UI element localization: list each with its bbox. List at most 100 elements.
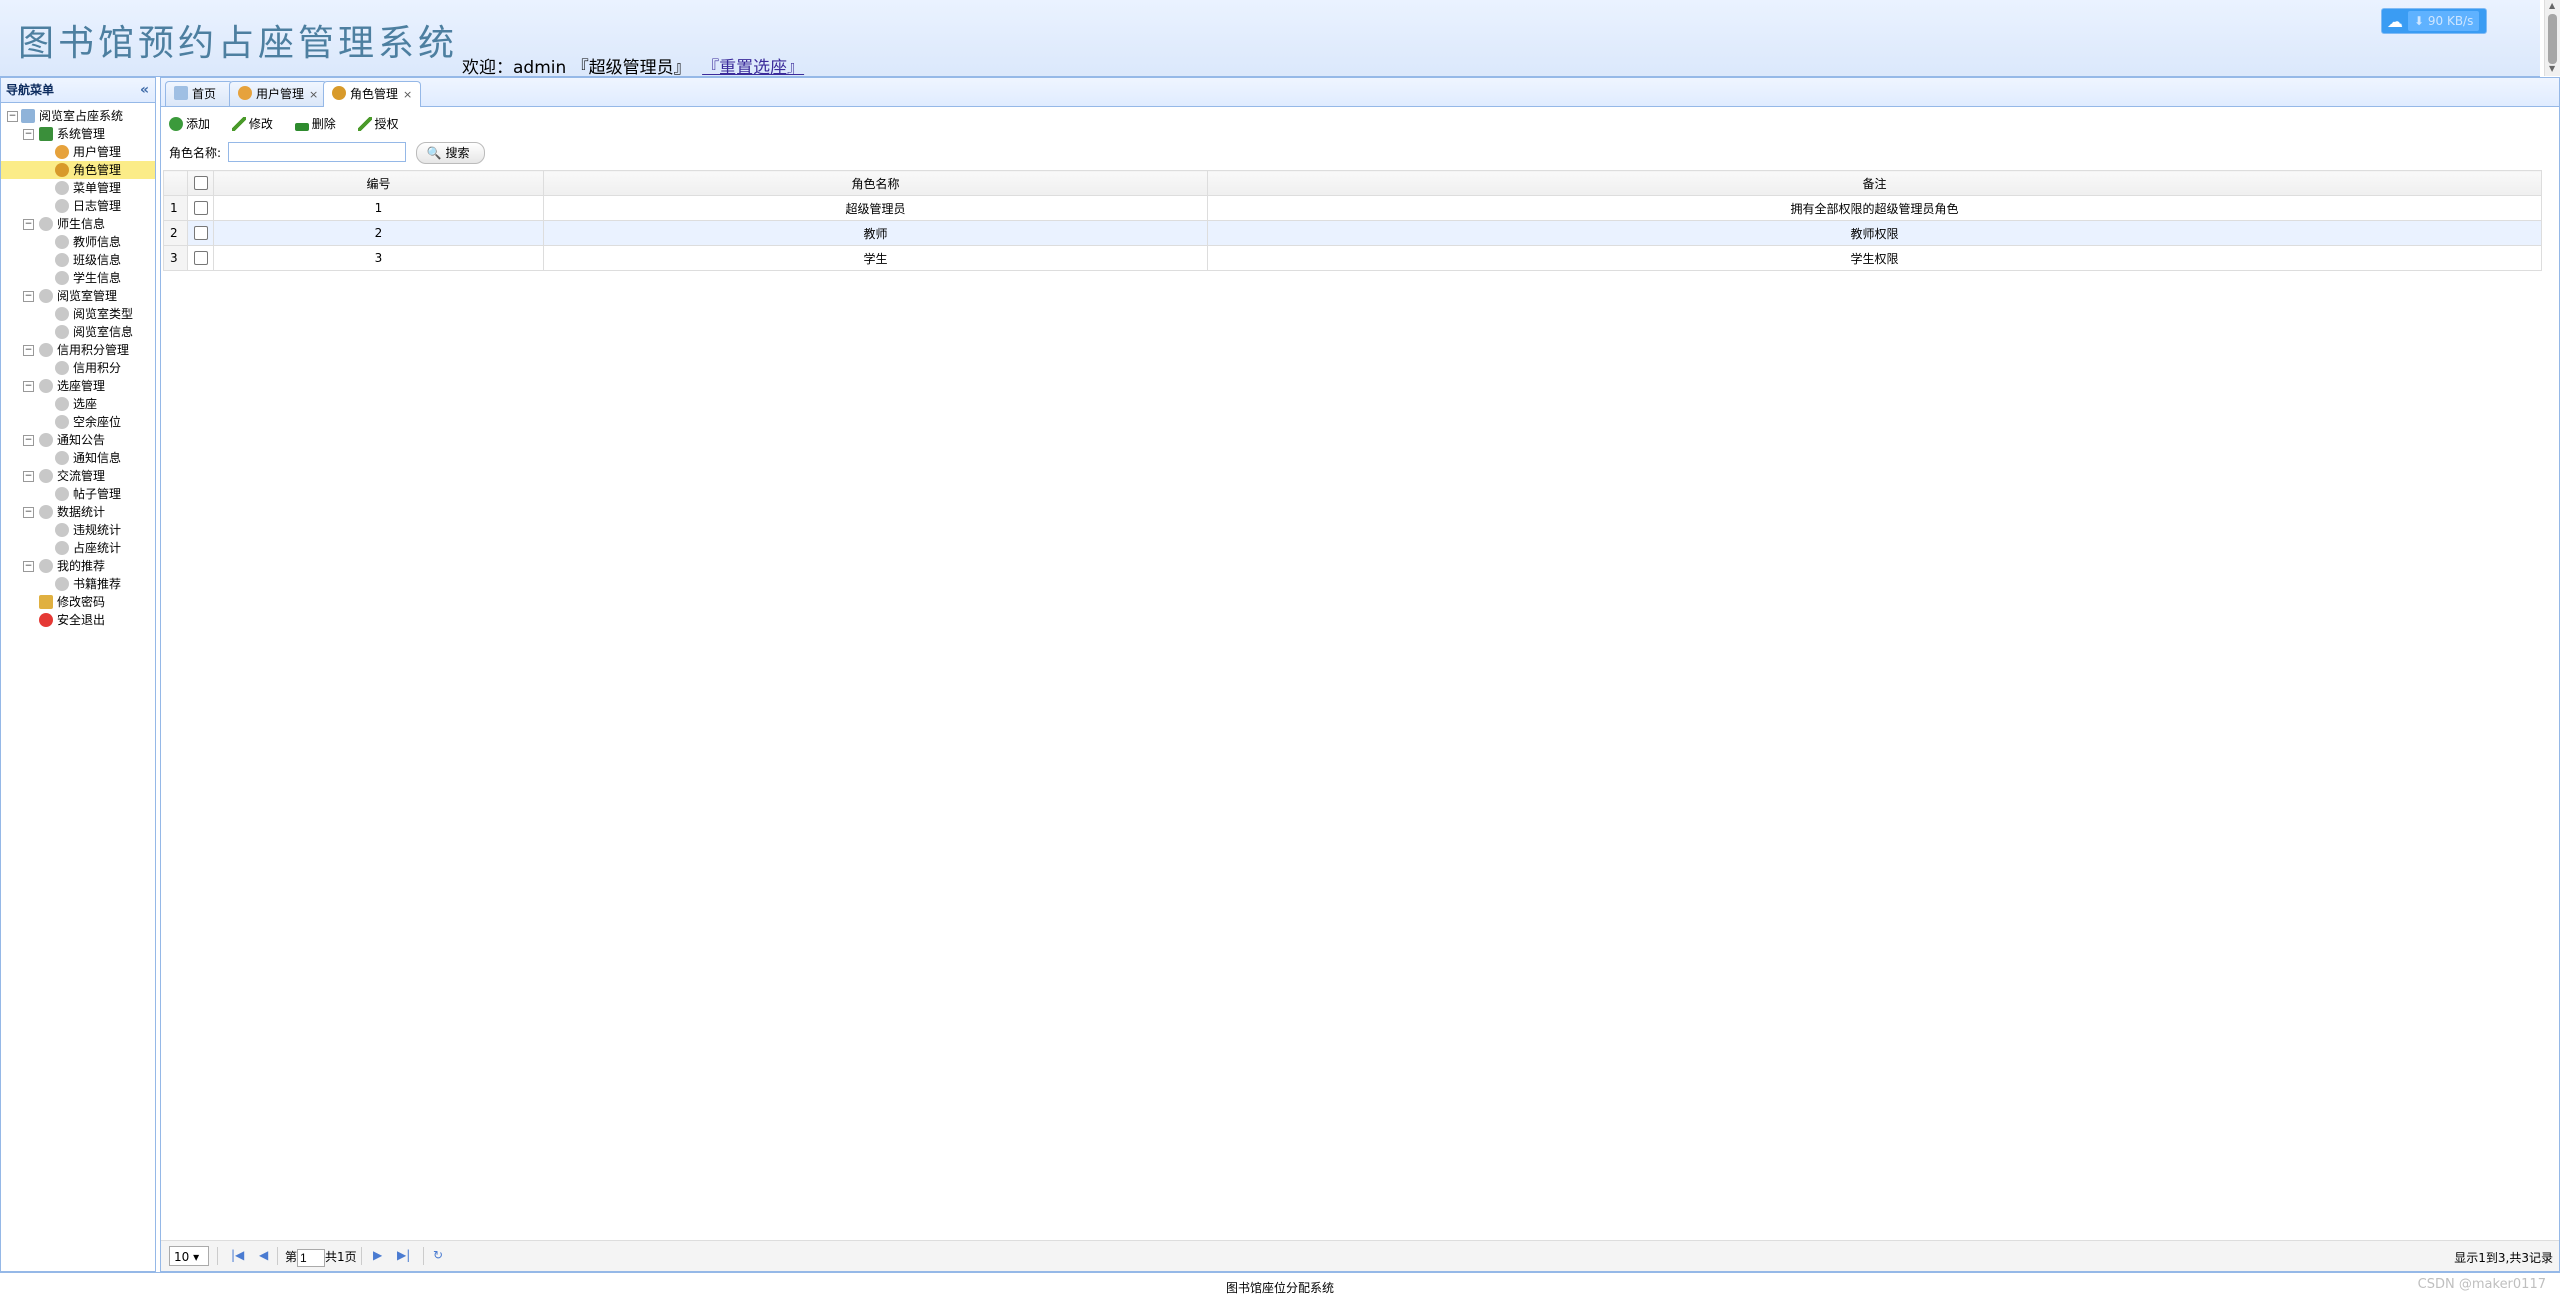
scroll-up-icon[interactable]: ▲ — [2549, 1, 2555, 10]
collapse-toggle-icon[interactable]: − — [23, 219, 34, 230]
collapse-toggle-icon[interactable]: − — [23, 435, 34, 446]
sidebar-item-reading-rooms[interactable]: − 阅览室管理 — [1, 287, 155, 305]
sidebar-item-credit[interactable]: − 信用积分管理 — [1, 341, 155, 359]
column-header[interactable]: 编号 — [213, 170, 544, 196]
sidebar-item-classes[interactable]: 班级信息 — [1, 251, 155, 269]
sidebar-item-recommend[interactable]: − 我的推荐 — [1, 557, 155, 575]
page-number-input[interactable] — [297, 1248, 326, 1267]
prev-page-icon[interactable]: ◀ — [259, 1248, 268, 1262]
table-row[interactable]: 1 1 超级管理员 拥有全部权限的超级管理员角色 — [163, 195, 2542, 221]
search-button[interactable]: 🔍 搜索 — [415, 142, 485, 164]
sidebar-item-notices[interactable]: − 通知公告 — [1, 431, 155, 449]
close-icon[interactable]: × — [309, 88, 318, 101]
column-header[interactable]: 备注 — [1207, 170, 2542, 196]
sidebar-item-change-password[interactable]: 修改密码 — [1, 593, 155, 611]
tree-root[interactable]: − 阅览室占座系统 — [1, 107, 155, 125]
table-row[interactable]: 3 3 学生 学生权限 — [163, 245, 2542, 271]
network-speed-widget[interactable]: ☁ ⬇ 90 KB/s — [2381, 8, 2487, 34]
sidebar-item-posts[interactable]: 帖子管理 — [1, 485, 155, 503]
sidebar-item-users[interactable]: 用户管理 — [1, 143, 155, 161]
sidebar-item-roles[interactable]: 角色管理 — [1, 161, 155, 179]
sidebar-item-notice-info[interactable]: 通知信息 — [1, 449, 155, 467]
sidebar-item-free-seats[interactable]: 空余座位 — [1, 413, 155, 431]
role-name-input[interactable] — [227, 142, 406, 162]
page-indicator: 第共1页 — [285, 1248, 357, 1267]
gear-icon — [55, 181, 69, 195]
logout-icon — [39, 613, 53, 627]
sidebar-item-stats[interactable]: − 数据统计 — [1, 503, 155, 521]
cell-id: 3 — [213, 245, 544, 271]
collapse-toggle-icon[interactable]: − — [23, 129, 34, 140]
last-page-icon[interactable]: ▶| — [397, 1248, 410, 1262]
sidebar-item-menus[interactable]: 菜单管理 — [1, 179, 155, 197]
row-number: 3 — [163, 245, 188, 271]
reset-seat-link[interactable]: 『重置选座』 — [702, 58, 804, 78]
first-page-icon[interactable]: |◀ — [231, 1248, 244, 1262]
edit-button[interactable]: 修改 — [231, 114, 273, 134]
sidebar-item-select-seat[interactable]: 选座 — [1, 395, 155, 413]
gear-icon — [55, 397, 69, 411]
row-checkbox[interactable] — [193, 201, 208, 216]
user-icon — [55, 145, 69, 159]
role-name-label: 角色名称: — [169, 146, 222, 160]
username: admin — [513, 58, 567, 78]
divider — [423, 1247, 424, 1265]
select-all-checkbox[interactable] — [193, 176, 208, 191]
close-icon[interactable]: × — [403, 88, 412, 101]
collapse-toggle-icon[interactable]: − — [23, 471, 34, 482]
pagination: 10 ▾ |◀ ◀ 第共1页 ▶ ▶| ↻ 显示1到3,共3记录 — [161, 1240, 2559, 1271]
column-header[interactable]: 角色名称 — [543, 170, 1208, 196]
collapse-toggle-icon[interactable]: − — [23, 561, 34, 572]
sidebar-item-people[interactable]: − 师生信息 — [1, 215, 155, 233]
tab-home[interactable]: 首页 — [165, 81, 233, 106]
sidebar-item-logout[interactable]: 安全退出 — [1, 611, 155, 629]
add-button[interactable]: 添加 — [169, 114, 210, 134]
search-row: 角色名称: 🔍 搜索 — [169, 142, 485, 164]
refresh-icon[interactable]: ↻ — [433, 1248, 443, 1262]
page-size-select[interactable]: 10 ▾ — [169, 1246, 209, 1266]
sidebar-item-credit-points[interactable]: 信用积分 — [1, 359, 155, 377]
cell-role-name: 超级管理员 — [543, 195, 1208, 221]
collapse-toggle-icon[interactable]: − — [23, 507, 34, 518]
authorize-button[interactable]: 授权 — [357, 114, 399, 134]
sidebar-item-room-info[interactable]: 阅览室信息 — [1, 323, 155, 341]
next-page-icon[interactable]: ▶ — [373, 1248, 382, 1262]
gear-icon — [55, 271, 69, 285]
add-icon — [169, 117, 183, 131]
divider — [217, 1247, 218, 1265]
main-panel: 首页 用户管理× 角色管理× 添加 修改 删除 授权 角色名称: 🔍 搜索 — [160, 77, 2560, 1272]
delete-button[interactable]: 删除 — [294, 114, 336, 134]
sidebar-item-logs[interactable]: 日志管理 — [1, 197, 155, 215]
row-checkbox[interactable] — [193, 226, 208, 241]
sidebar-item-teachers[interactable]: 教师信息 — [1, 233, 155, 251]
record-info: 显示1到3,共3记录 — [2454, 1251, 2553, 1265]
sidebar-item-book-recommend[interactable]: 书籍推荐 — [1, 575, 155, 593]
collapse-toggle-icon[interactable]: − — [23, 291, 34, 302]
tab-users[interactable]: 用户管理 × — [229, 81, 327, 106]
gear-icon — [39, 505, 53, 519]
scroll-thumb[interactable] — [2548, 14, 2557, 64]
sidebar-item-seat-mgmt[interactable]: − 选座管理 — [1, 377, 155, 395]
collapse-icon[interactable]: « — [140, 78, 149, 102]
welcome-prefix: 欢迎： — [462, 58, 513, 78]
collapse-toggle-icon[interactable]: − — [7, 111, 18, 122]
sidebar-item-violation-stats[interactable]: 违规统计 — [1, 521, 155, 539]
sidebar-item-seat-stats[interactable]: 占座统计 — [1, 539, 155, 557]
collapse-toggle-icon[interactable]: − — [23, 381, 34, 392]
row-checkbox[interactable] — [193, 251, 208, 266]
row-select-cell — [187, 195, 214, 221]
row-select-cell — [187, 220, 214, 246]
tab-roles[interactable]: 角色管理 × — [323, 81, 421, 107]
gear-icon — [39, 379, 53, 393]
sidebar-item-system[interactable]: − 系统管理 — [1, 125, 155, 143]
header-scrollbar[interactable]: ▲ ▼ — [2544, 0, 2560, 76]
collapse-toggle-icon[interactable]: − — [23, 345, 34, 356]
gear-icon — [55, 541, 69, 555]
scroll-down-icon[interactable]: ▼ — [2549, 64, 2555, 73]
table-row[interactable]: 2 2 教师 教师权限 — [163, 220, 2542, 246]
sidebar-item-room-types[interactable]: 阅览室类型 — [1, 305, 155, 323]
sidebar-item-forum[interactable]: − 交流管理 — [1, 467, 155, 485]
sidebar-item-students[interactable]: 学生信息 — [1, 269, 155, 287]
search-icon: 🔍 — [426, 146, 442, 160]
header: 图书馆预约占座管理系统 欢迎：admin 『超级管理员』 『重置选座』 ☁ ⬇ … — [0, 0, 2540, 78]
